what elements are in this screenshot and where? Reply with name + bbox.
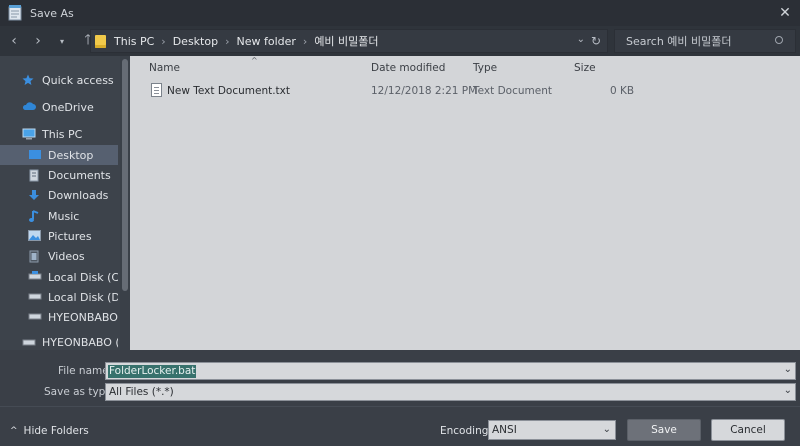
- search-icon[interactable]: [775, 36, 783, 44]
- sidebar-item-videos[interactable]: Videos: [0, 246, 118, 266]
- folder-icon: [95, 34, 106, 48]
- music-icon: [28, 210, 42, 222]
- sidebar-item-documents[interactable]: Documents: [0, 165, 118, 185]
- column-header-type[interactable]: Type: [473, 62, 497, 74]
- chevron-down-icon[interactable]: ⌄: [784, 385, 792, 396]
- file-type: Text Document: [473, 85, 552, 97]
- address-dropdown-icon[interactable]: ⌄: [577, 34, 585, 45]
- search-box[interactable]: Search 예비 비밀폴더: [614, 29, 796, 53]
- navigation-bar: ‹ › ▾ 🡑 This PC › Desktop › New folder ›…: [0, 26, 800, 56]
- sidebar-item-label: Music: [48, 209, 80, 223]
- chevron-right-icon[interactable]: ›: [225, 35, 229, 48]
- title-bar: Save As ✕: [0, 0, 800, 26]
- sidebar-item-label: HYEONBABO (E:): [48, 310, 118, 324]
- sidebar-item-hyeonbabo-e-root[interactable]: HYEONBABO (E:): [0, 335, 118, 350]
- navigation-pane: Quick access OneDrive This PC Desktop Do…: [0, 56, 130, 350]
- sidebar-item-local-disk-c[interactable]: Local Disk (C:): [0, 267, 118, 287]
- file-name: New Text Document.txt: [167, 85, 290, 97]
- star-icon: [22, 74, 36, 86]
- desktop-icon: [28, 149, 42, 161]
- sidebar-item-label: Quick access: [42, 73, 114, 87]
- sidebar-item-label: Documents: [48, 168, 111, 182]
- column-header-name[interactable]: Name: [149, 62, 180, 74]
- file-name-value: FolderLocker.bat: [108, 365, 197, 378]
- column-header-date-modified[interactable]: Date modified: [371, 62, 445, 74]
- button-bar: ^ Hide Folders Encoding: ANSI ⌄ Save Can…: [0, 406, 800, 446]
- address-bar[interactable]: This PC › Desktop › New folder › 예비 비밀폴더…: [90, 29, 608, 53]
- video-icon: [28, 250, 42, 263]
- forward-button[interactable]: ›: [28, 31, 48, 51]
- back-button[interactable]: ‹: [4, 31, 24, 51]
- chevron-right-icon[interactable]: ›: [161, 35, 165, 48]
- sidebar-item-desktop[interactable]: Desktop: [0, 145, 118, 165]
- hide-folders-toggle[interactable]: ^ Hide Folders: [10, 425, 89, 437]
- sidebar-item-quick-access[interactable]: Quick access: [0, 70, 118, 90]
- file-row[interactable]: New Text Document.txt 12/12/2018 2:21 PM…: [148, 83, 788, 101]
- sidebar-item-label: Videos: [48, 249, 85, 263]
- computer-icon: [22, 128, 36, 140]
- sidebar-item-onedrive[interactable]: OneDrive: [0, 97, 118, 117]
- breadcrumb-current-folder[interactable]: 예비 비밀폴더: [314, 33, 378, 49]
- file-name-input[interactable]: FolderLocker.bat ⌄: [105, 362, 796, 380]
- sidebar-item-label: Downloads: [48, 188, 109, 202]
- sidebar-item-music[interactable]: Music: [0, 206, 118, 226]
- encoding-label: Encoding:: [440, 425, 492, 437]
- sort-indicator-icon: ^: [251, 56, 258, 65]
- close-button[interactable]: ✕: [776, 4, 794, 22]
- sidebar-item-label: HYEONBABO (E:): [42, 336, 118, 349]
- hide-folders-label: Hide Folders: [23, 425, 89, 437]
- breadcrumb-new-folder[interactable]: New folder: [236, 35, 295, 48]
- recent-locations-icon[interactable]: ▾: [52, 31, 72, 51]
- refresh-icon[interactable]: ↻: [591, 34, 601, 48]
- save-button[interactable]: Save: [627, 419, 701, 441]
- encoding-value: ANSI: [492, 424, 517, 436]
- notepad-icon: [8, 5, 22, 21]
- breadcrumb-desktop[interactable]: Desktop: [173, 35, 218, 48]
- sidebar-scrollbar[interactable]: [120, 56, 130, 350]
- cloud-icon: [22, 101, 36, 113]
- sidebar-item-this-pc[interactable]: This PC: [0, 124, 118, 144]
- sidebar-item-label: Pictures: [48, 229, 92, 243]
- picture-icon: [28, 230, 42, 242]
- save-as-type-value: All Files (*.*): [109, 386, 174, 398]
- chevron-down-icon[interactable]: ⌄: [784, 364, 792, 375]
- chevron-up-icon: ^: [10, 426, 18, 436]
- scrollbar-thumb[interactable]: [122, 59, 128, 291]
- text-file-icon: [151, 83, 162, 97]
- sidebar-item-label: Local Disk (C:): [48, 270, 118, 284]
- column-header-size[interactable]: Size: [574, 62, 596, 74]
- sidebar-item-hyeonbabo-e[interactable]: HYEONBABO (E:): [0, 307, 118, 327]
- cancel-button[interactable]: Cancel: [711, 419, 785, 441]
- encoding-select[interactable]: ANSI ⌄: [488, 420, 616, 440]
- window-title: Save As: [30, 6, 74, 20]
- file-size: 0 KB: [610, 85, 635, 97]
- search-placeholder: Search 예비 비밀폴더: [626, 35, 732, 48]
- document-icon: [28, 169, 42, 182]
- file-date: 12/12/2018 2:21 PM: [371, 85, 478, 97]
- sidebar-item-downloads[interactable]: Downloads: [0, 185, 118, 205]
- sidebar-item-label: This PC: [42, 127, 83, 141]
- drive-icon: [22, 337, 36, 349]
- chevron-right-icon[interactable]: ›: [303, 35, 307, 48]
- chevron-down-icon: ⌄: [602, 424, 611, 435]
- breadcrumb-this-pc[interactable]: This PC: [114, 35, 154, 48]
- file-list: Name ^ Date modified Type Size New Text …: [130, 56, 800, 350]
- sidebar-item-label: Desktop: [48, 148, 94, 162]
- sidebar-item-label: OneDrive: [42, 100, 94, 114]
- save-as-type-select[interactable]: All Files (*.*) ⌄: [105, 383, 796, 401]
- save-form: File name: FolderLocker.bat ⌄ Save as ty…: [0, 350, 800, 446]
- sidebar-item-local-disk-d[interactable]: Local Disk (D:): [0, 287, 118, 307]
- download-icon: [28, 189, 42, 201]
- drive-icon: [28, 271, 42, 283]
- drive-icon: [28, 311, 42, 323]
- drive-icon: [28, 291, 42, 303]
- sidebar-item-pictures[interactable]: Pictures: [0, 226, 118, 246]
- sidebar-item-label: Local Disk (D:): [48, 290, 118, 304]
